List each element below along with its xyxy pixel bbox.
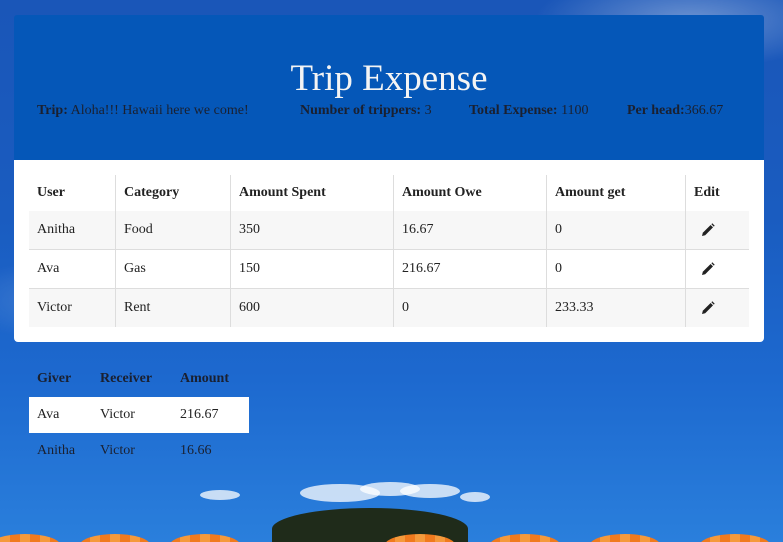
- trippers-count-info: Number of trippers: 3: [300, 103, 432, 119]
- column-header-edit: Edit: [685, 175, 749, 211]
- cell-receiver: Victor: [100, 443, 135, 458]
- perhead-value: 366.67: [684, 103, 724, 118]
- column-header-receiver: Receiver: [100, 371, 153, 386]
- trip-label: Trip:: [37, 103, 68, 118]
- cell-giver: Anitha: [37, 443, 76, 458]
- cell-amount-get: 0: [546, 249, 686, 289]
- cell-amount: 16.66: [180, 443, 212, 458]
- trip-header-panel: Trip Expense Trip: Aloha!!! Hawaii here …: [14, 15, 764, 160]
- tree-silhouette: [272, 508, 468, 542]
- column-header-amount: Amount: [180, 371, 230, 386]
- cell-amount: 216.67: [180, 407, 219, 422]
- cell-amount-spent: 350: [230, 211, 394, 250]
- cloud-shape: [400, 484, 460, 498]
- page-title: Trip Expense: [290, 58, 488, 99]
- cell-amount-get: 233.33: [546, 288, 686, 327]
- pencil-icon[interactable]: [700, 261, 716, 277]
- cell-edit: [685, 249, 749, 289]
- cloud-shape: [360, 482, 420, 496]
- umbrella-shape: [0, 534, 60, 542]
- umbrella-shape: [590, 534, 660, 542]
- expenses-table: User Category Amount Spent Amount Owe Am…: [29, 175, 749, 327]
- cell-amount-spent: 150: [230, 249, 394, 289]
- cloud-shape: [300, 484, 380, 502]
- cell-amount-get: 0: [546, 211, 686, 250]
- cell-category: Food: [115, 211, 231, 250]
- cell-user: Ava: [29, 249, 116, 289]
- per-head-info: Per head:366.67: [627, 103, 723, 119]
- cell-amount-owe: 216.67: [393, 249, 547, 289]
- cell-edit: [685, 211, 749, 250]
- table-row: Victor Rent 600 0 233.33: [29, 288, 749, 327]
- settlement-row: Anitha Victor 16.66: [29, 433, 249, 469]
- cell-receiver: Victor: [100, 407, 135, 422]
- background-scenery: [0, 472, 783, 542]
- total-expense-info: Total Expense: 1100: [469, 103, 589, 119]
- trippers-label: Number of trippers:: [300, 103, 422, 118]
- column-header-category: Category: [115, 175, 231, 211]
- settlement-row: Ava Victor 216.67: [29, 397, 249, 433]
- cell-user: Anitha: [37, 222, 76, 237]
- umbrella-shape: [490, 534, 560, 542]
- column-header-amount-get: Amount get: [546, 175, 686, 211]
- trippers-value: 3: [424, 103, 432, 118]
- umbrella-shape: [80, 534, 150, 542]
- trip-name-info: Trip: Aloha!!! Hawaii here we come!: [37, 103, 249, 119]
- table-row: Ava Gas 150 216.67 0: [29, 249, 749, 289]
- cloud-shape: [200, 490, 240, 500]
- pencil-icon[interactable]: [700, 222, 716, 238]
- table-header-row: User Category Amount Spent Amount Owe Am…: [29, 175, 749, 211]
- cell-amount-owe: 16.67: [393, 211, 547, 250]
- column-header-giver: Giver: [37, 371, 72, 386]
- cell-category: Gas: [115, 249, 231, 289]
- umbrella-shape: [700, 534, 770, 542]
- settlements-header-row: Giver Receiver Amount: [29, 361, 249, 397]
- expenses-panel: User Category Amount Spent Amount Owe Am…: [14, 160, 764, 342]
- column-header-amount-spent: Amount Spent: [230, 175, 394, 211]
- cloud-shape: [460, 492, 490, 502]
- cell-amount-spent: 600: [230, 288, 394, 327]
- settlements-table: Giver Receiver Amount Ava Victor 216.67 …: [29, 361, 249, 469]
- cell-category: Rent: [115, 288, 231, 327]
- pencil-icon[interactable]: [700, 300, 716, 316]
- total-label: Total Expense:: [469, 103, 558, 118]
- cell-amount-owe: 0: [393, 288, 547, 327]
- trip-value: Aloha!!! Hawaii here we come!: [70, 103, 249, 118]
- perhead-label: Per head:: [627, 103, 685, 118]
- umbrella-shape: [170, 534, 240, 542]
- total-value: 1100: [561, 103, 589, 118]
- cell-edit: [685, 288, 749, 327]
- umbrella-shape: [385, 534, 455, 542]
- column-header-amount-owe: Amount Owe: [393, 175, 547, 211]
- table-row: Anitha Food 350 16.67 0: [29, 211, 749, 250]
- column-header-user: User: [37, 185, 65, 200]
- cell-giver: Ava: [37, 407, 60, 422]
- cell-user: Victor: [29, 288, 116, 327]
